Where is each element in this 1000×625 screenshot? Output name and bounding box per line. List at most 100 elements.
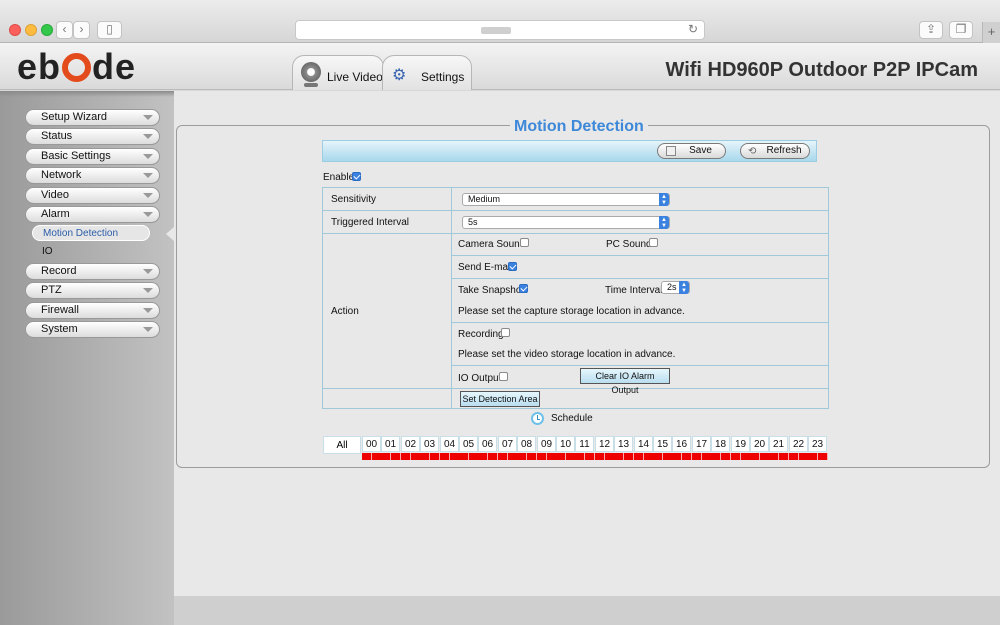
schedule-slot[interactable] [440, 453, 450, 460]
zoom-window-button[interactable] [41, 24, 53, 36]
schedule-slot[interactable] [731, 453, 741, 460]
camera-sound-checkbox[interactable] [520, 238, 529, 247]
schedule-hour-17[interactable]: 17 [692, 436, 711, 452]
schedule-slot[interactable] [614, 453, 624, 460]
sidebar-item-record[interactable]: Record [25, 263, 160, 280]
schedule-slot[interactable] [682, 453, 692, 460]
schedule-hour-18[interactable]: 18 [711, 436, 730, 452]
schedule-all-button[interactable]: All [323, 436, 361, 454]
set-detection-area-button[interactable]: Set Detection Area [460, 391, 540, 407]
schedule-hour-07[interactable]: 07 [498, 436, 517, 452]
share-button[interactable]: ⇪ [919, 21, 943, 39]
schedule-slot[interactable] [430, 453, 440, 460]
schedule-slot[interactable] [527, 453, 537, 460]
schedule-hour-01[interactable]: 01 [381, 436, 400, 452]
schedule-slot[interactable] [818, 453, 828, 460]
schedule-slot[interactable] [769, 453, 779, 460]
schedule-slot[interactable] [401, 453, 411, 460]
schedule-slot[interactable] [478, 453, 488, 460]
address-bar[interactable]: ↻ [295, 20, 705, 40]
schedule-hour-10[interactable]: 10 [556, 436, 575, 452]
sidebar-item-setup-wizard[interactable]: Setup Wizard [25, 109, 160, 126]
sidebar-item-ptz[interactable]: PTZ [25, 282, 160, 299]
minimize-window-button[interactable] [25, 24, 37, 36]
sidebar-subitem-io[interactable]: IO [32, 244, 150, 260]
tab-settings[interactable]: ⚙ Settings [382, 55, 472, 90]
sidebar-subitem-motion-detection[interactable]: Motion Detection [32, 225, 150, 241]
schedule-hour-02[interactable]: 02 [401, 436, 420, 452]
triggered-interval-select[interactable]: 5s ▲ ▼ [462, 216, 670, 229]
schedule-slot[interactable] [498, 453, 508, 460]
schedule-hour-09[interactable]: 09 [537, 436, 556, 452]
sidebar-item-status[interactable]: Status [25, 128, 160, 145]
sensitivity-select[interactable]: Medium ▲ ▼ [462, 193, 670, 206]
take-snapshot-checkbox[interactable] [519, 284, 528, 293]
schedule-slot[interactable] [711, 453, 721, 460]
schedule-slot[interactable] [459, 453, 469, 460]
schedule-slot[interactable] [750, 453, 760, 460]
sidebar-item-firewall[interactable]: Firewall [25, 302, 160, 319]
time-interval-select[interactable]: 2s ▲ ▼ [661, 281, 690, 294]
sidebar-toggle-button[interactable]: ▯ [97, 21, 122, 39]
schedule-slot[interactable] [381, 453, 391, 460]
recording-checkbox[interactable] [501, 328, 510, 337]
schedule-slot[interactable] [488, 453, 498, 460]
show-tabs-button[interactable]: ❐ [949, 21, 973, 39]
schedule-hour-21[interactable]: 21 [769, 436, 788, 452]
schedule-slot[interactable] [517, 453, 527, 460]
schedule-hour-04[interactable]: 04 [440, 436, 459, 452]
sidebar-item-system[interactable]: System [25, 321, 160, 338]
schedule-hour-15[interactable]: 15 [653, 436, 672, 452]
schedule-slot[interactable] [721, 453, 731, 460]
back-button[interactable]: ‹ [56, 21, 73, 39]
sidebar-item-alarm[interactable]: Alarm [25, 206, 160, 223]
schedule-hour-05[interactable]: 05 [459, 436, 478, 452]
schedule-hour-00[interactable]: 00 [362, 436, 381, 452]
save-button[interactable]: Save [657, 143, 726, 159]
schedule-slot[interactable] [537, 453, 547, 460]
schedule-hour-23[interactable]: 23 [808, 436, 827, 452]
refresh-button[interactable]: ⟲ Refresh [740, 143, 810, 159]
reload-icon[interactable]: ↻ [688, 22, 698, 36]
schedule-slot[interactable] [362, 453, 372, 460]
schedule-slot[interactable] [420, 453, 430, 460]
clear-io-alarm-output-button[interactable]: Clear IO Alarm Output [580, 368, 670, 395]
schedule-slot[interactable] [779, 453, 789, 460]
pc-sound-checkbox[interactable] [649, 238, 658, 247]
schedule-hour-03[interactable]: 03 [420, 436, 439, 452]
schedule-hour-11[interactable]: 11 [575, 436, 594, 452]
forward-button[interactable]: › [73, 21, 90, 39]
schedule-slot[interactable] [391, 453, 401, 460]
schedule-hour-08[interactable]: 08 [517, 436, 536, 452]
schedule-hour-22[interactable]: 22 [789, 436, 808, 452]
schedule-hour-12[interactable]: 12 [595, 436, 614, 452]
schedule-hour-20[interactable]: 20 [750, 436, 769, 452]
sidebar-item-network[interactable]: Network [25, 167, 160, 184]
sidebar-item-video[interactable]: Video [25, 187, 160, 204]
io-output-checkbox[interactable] [499, 372, 508, 381]
close-window-button[interactable] [9, 24, 21, 36]
new-tab-button[interactable]: + [982, 22, 1000, 43]
schedule-hour-19[interactable]: 19 [731, 436, 750, 452]
schedule-hour-16[interactable]: 16 [672, 436, 691, 452]
schedule-slot[interactable] [789, 453, 799, 460]
schedule-hour-14[interactable]: 14 [634, 436, 653, 452]
send-email-checkbox[interactable] [508, 262, 517, 271]
schedule-slot[interactable] [595, 453, 605, 460]
sidebar-item-basic-settings[interactable]: Basic Settings [25, 148, 160, 165]
schedule-hour-13[interactable]: 13 [614, 436, 633, 452]
schedule-slot[interactable] [808, 453, 818, 460]
chevron-down-icon [143, 212, 153, 217]
schedule-slot[interactable] [653, 453, 663, 460]
schedule-slot[interactable] [575, 453, 585, 460]
refresh-label: Refresh [766, 145, 802, 156]
schedule-slot[interactable] [634, 453, 644, 460]
schedule-slot[interactable] [556, 453, 566, 460]
schedule-slot[interactable] [692, 453, 702, 460]
enable-checkbox[interactable] [352, 172, 361, 181]
tab-live-video[interactable]: Live Video [292, 55, 384, 90]
schedule-slot[interactable] [672, 453, 682, 460]
schedule-hour-06[interactable]: 06 [478, 436, 497, 452]
schedule-slot[interactable] [624, 453, 634, 460]
schedule-slot[interactable] [585, 453, 595, 460]
